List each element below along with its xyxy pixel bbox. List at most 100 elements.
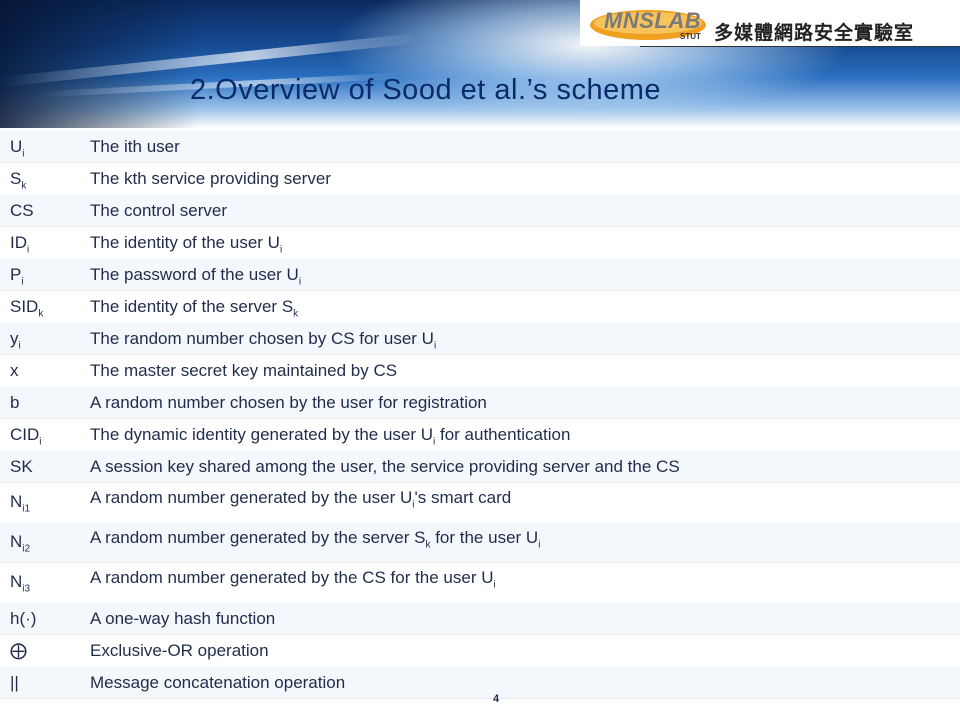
description-tail: for authentication [435, 425, 571, 444]
description-cell: A random number generated by the server … [90, 528, 540, 550]
symbol-subscript: i [21, 276, 24, 288]
symbol-cell: h(·) [10, 609, 36, 629]
slide-title: 2.Overview of Sood et al.’s scheme [190, 74, 662, 106]
description-text: The identity of the server S [90, 297, 294, 316]
description-text: A random number generated by the CS for … [90, 568, 494, 587]
symbol-cell: ⨁ [10, 641, 27, 661]
symbol-cell: CS [10, 201, 34, 221]
table-row: IDi The identity of the user Ui [0, 226, 960, 259]
description-text: The ith user [90, 137, 180, 156]
symbol-cell: Ni2 [10, 532, 30, 554]
description-cell: The ith user [90, 137, 180, 157]
description-cell: A random number generated by the user Ui… [90, 488, 511, 510]
description-text: The identity of the user U [90, 233, 280, 252]
symbol-text: N [10, 572, 23, 591]
table-row: Ui The ith user [0, 130, 960, 163]
description-subscript: i [279, 244, 283, 256]
table-row: SK A session key shared among the user, t… [0, 450, 960, 483]
description-cell: A random number chosen by the user for r… [90, 393, 487, 413]
description-cell: The identity of the server Sk [90, 297, 298, 319]
symbol-text: U [10, 137, 23, 156]
page-number: 4 [493, 693, 500, 705]
description-text: A random number chosen by the user for r… [90, 393, 487, 412]
description-cell: Exclusive-OR operation [90, 641, 269, 661]
symbol-text: SID [10, 297, 39, 316]
symbol-cell: Pi [10, 265, 24, 287]
description-cell: A session key shared among the user, the… [90, 457, 680, 477]
description-subscript: i [493, 579, 496, 591]
symbol-text: h(·) [10, 609, 37, 628]
symbol-text: SK [10, 457, 33, 476]
lab-underline [640, 46, 958, 47]
symbol-cell: Ni1 [10, 492, 30, 514]
symbol-cell: SIDk [10, 297, 43, 319]
symbol-text: ID [10, 233, 27, 252]
table-row: b A random number chosen by the user for … [0, 386, 960, 419]
lab-name: 多媒體網路安全實驗室 [714, 22, 915, 44]
description-cell: The identity of the user Ui [90, 233, 282, 255]
symbol-subscript: i2 [22, 543, 31, 555]
description-cell: The password of the user Ui [90, 265, 301, 287]
symbol-subscript: k [21, 180, 27, 192]
description-text: The dynamic identity generated by the us… [90, 425, 434, 444]
symbol-subscript: i3 [22, 583, 31, 595]
description-cell: Message concatenation operation [90, 673, 345, 693]
symbol-subscript: i [27, 244, 30, 256]
symbol-text: N [10, 492, 23, 511]
symbol-cell: Ui [10, 137, 25, 159]
symbol-subscript: i [18, 340, 21, 352]
logo-text: MNSLAB [604, 8, 702, 33]
symbol-cell: x [10, 361, 19, 381]
description-text: A one-way hash function [90, 609, 276, 628]
symbol-text: CID [10, 425, 40, 444]
symbol-text: b [10, 393, 20, 412]
description-text: The password of the user U [90, 265, 299, 284]
table-row: Sk The kth service providing server [0, 162, 960, 195]
description-text: The master secret key maintained by CS [90, 361, 398, 380]
symbol-subscript: i [39, 436, 42, 448]
description-text: A session key shared among the user, the… [90, 457, 680, 476]
description-cell: The kth service providing server [90, 169, 331, 189]
description-cell: The control server [90, 201, 227, 221]
description-cell: The dynamic identity generated by the us… [90, 425, 570, 447]
table-row: Ni1 A random number generated by the user… [0, 482, 960, 523]
symbol-text: CS [10, 201, 34, 220]
logo-subtext: STUT [680, 32, 701, 41]
table-row: ⨁ Exclusive-OR operation [0, 634, 960, 667]
symbol-subscript: i1 [22, 503, 31, 515]
symbol-text: P [10, 265, 22, 284]
symbol-cell: || [10, 673, 19, 693]
symbol-text: S [10, 169, 22, 188]
symbol-text: y [10, 329, 19, 348]
symbol-cell: Sk [10, 169, 26, 191]
description-cell: A random number generated by the CS for … [90, 568, 496, 590]
description-text: Message concatenation operation [90, 673, 346, 692]
symbol-cell: b [10, 393, 19, 413]
symbol-text: N [10, 532, 23, 551]
symbol-cell: yi [10, 329, 21, 351]
description-text: The kth service providing server [90, 169, 331, 188]
table-row: CIDi The dynamic identity generated by th… [0, 418, 960, 451]
symbol-text: || [10, 673, 19, 692]
symbol-subscript: k [38, 308, 44, 320]
description-cell: A one-way hash function [90, 609, 275, 629]
description-text: The random number chosen by CS for user … [90, 329, 434, 348]
table-row: Pi The password of the user Ui [0, 258, 960, 291]
table-row: Ni3 A random number generated by the CS f… [0, 562, 960, 603]
description-subscript: i [538, 539, 541, 551]
table-row: || Message concatenation operation [0, 666, 960, 699]
symbol-cell: IDi [10, 233, 29, 255]
table-row: Ni2 A random number generated by the serv… [0, 522, 960, 563]
description-cell: The random number chosen by CS for user … [90, 329, 436, 351]
table-row: h(·) A one-way hash function [0, 602, 960, 635]
symbol-cell: CIDi [10, 425, 42, 447]
symbol-text: ⨁ [10, 641, 27, 660]
description-tail: for the user U [430, 528, 539, 547]
description-text: Exclusive-OR operation [90, 641, 269, 660]
symbol-subscript: i [22, 148, 25, 160]
symbol-cell: Ni3 [10, 572, 30, 594]
description-subscript: k [293, 308, 299, 320]
description-subscript: i [298, 276, 302, 288]
table-row: yi The random number chosen by CS for use… [0, 322, 960, 355]
symbol-text: x [10, 361, 19, 380]
